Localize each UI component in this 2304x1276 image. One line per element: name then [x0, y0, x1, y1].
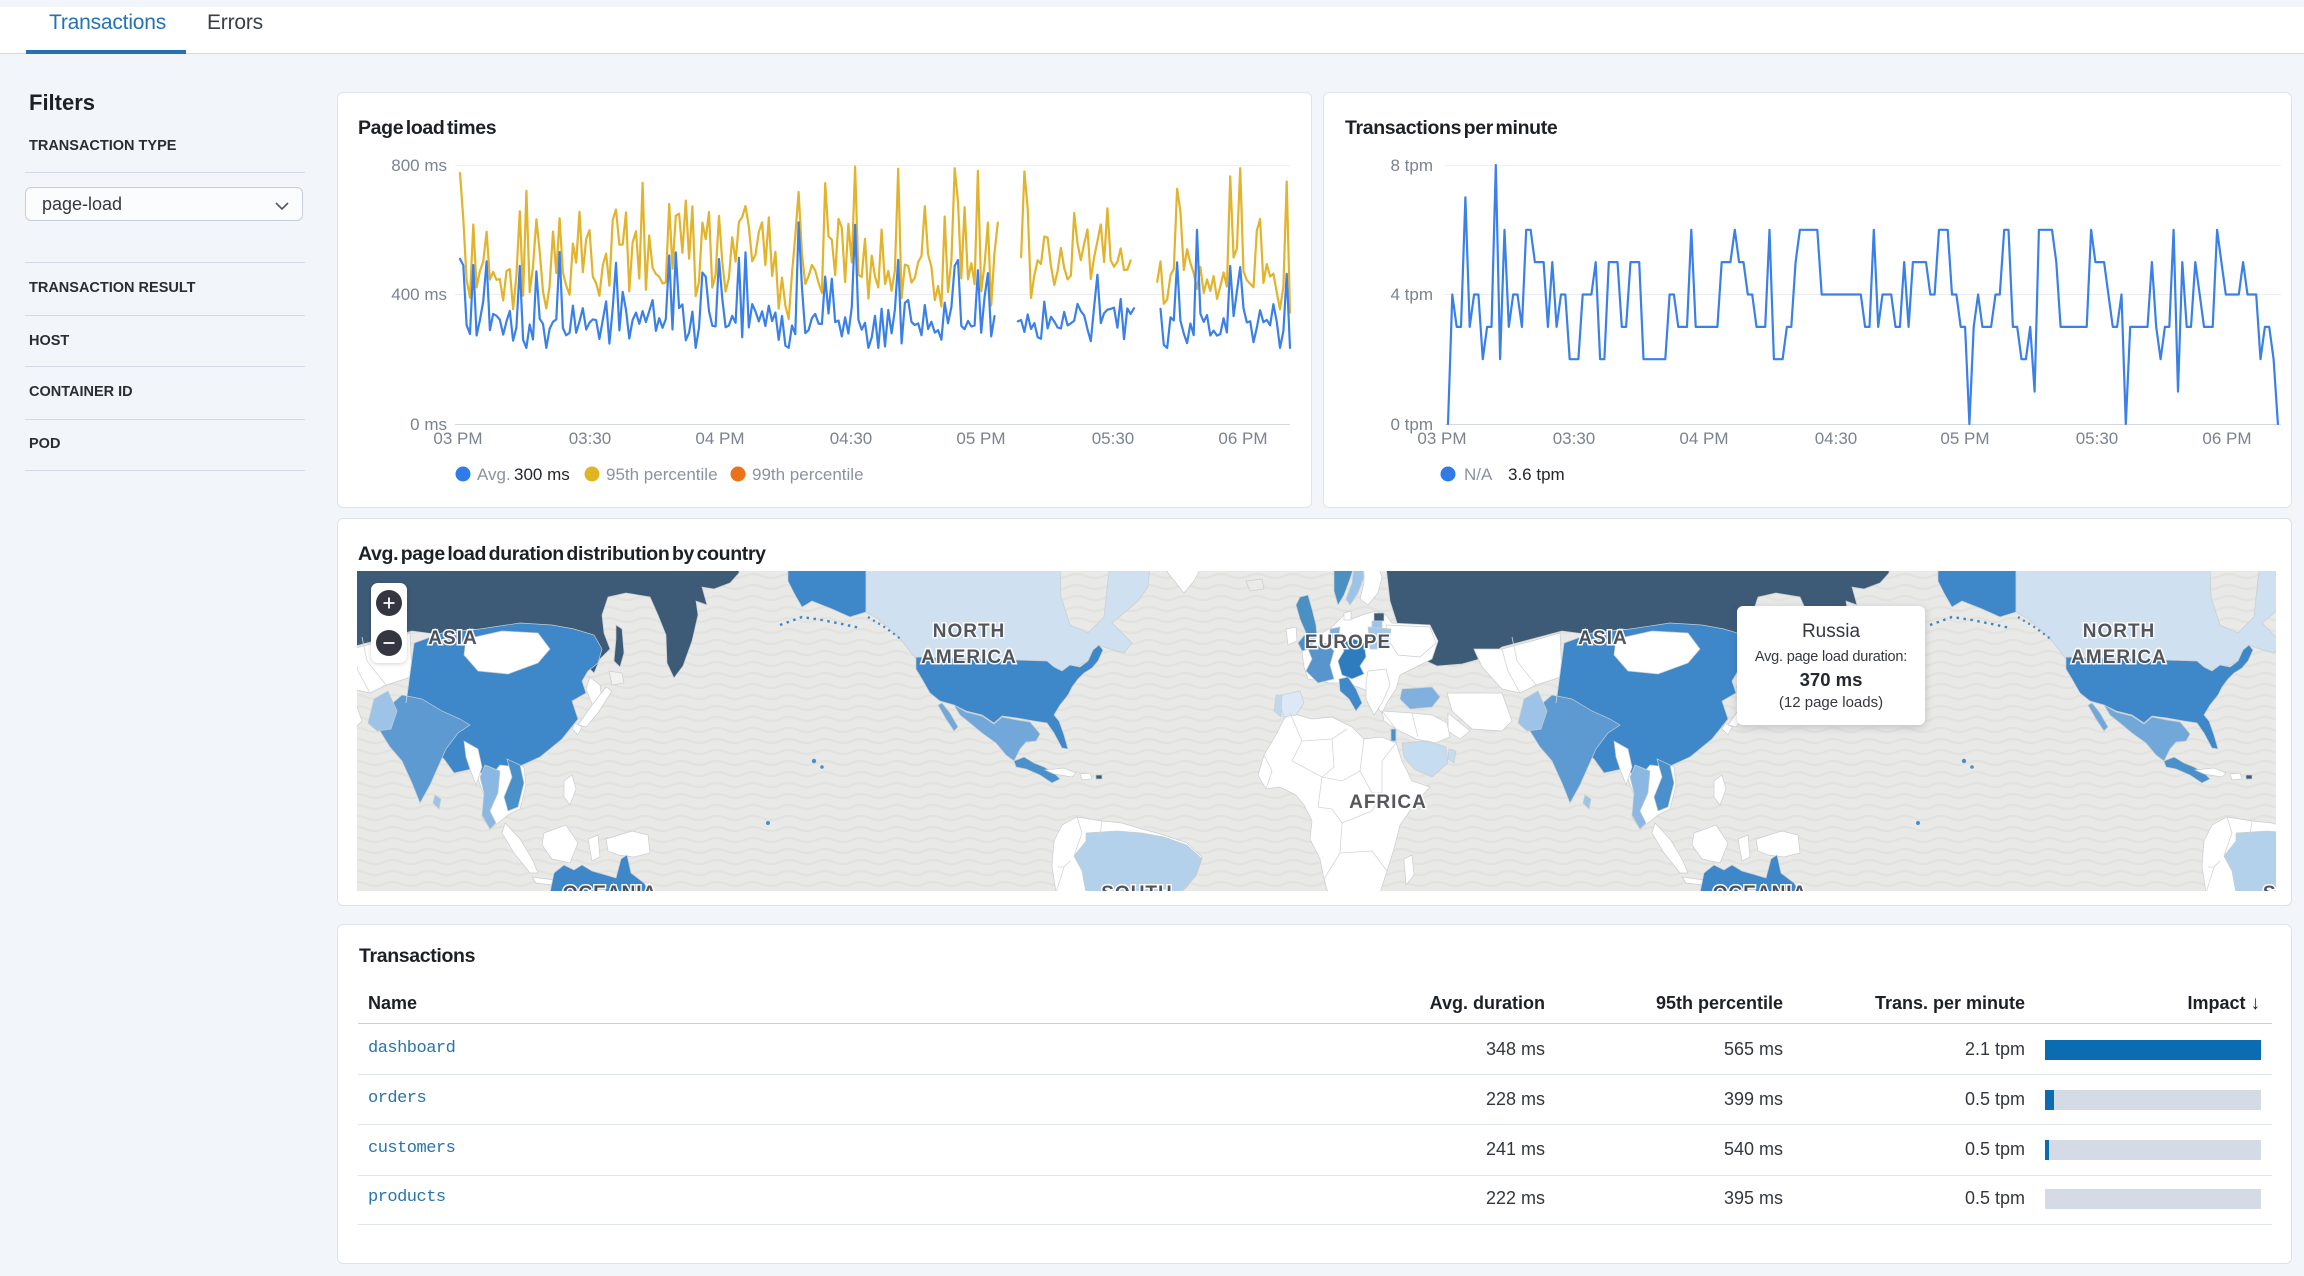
svg-text:03 PM: 03 PM — [1417, 429, 1466, 448]
svg-text:SOUTH: SOUTH — [1101, 883, 1173, 891]
svg-text:400 ms: 400 ms — [391, 285, 447, 304]
svg-text:03 PM: 03 PM — [433, 429, 482, 448]
svg-text:N/A: N/A — [1464, 465, 1493, 484]
svg-text:OCEANIA: OCEANIA — [1713, 883, 1808, 891]
svg-text:800 ms: 800 ms — [391, 156, 447, 175]
svg-text:AFRICA: AFRICA — [1349, 792, 1427, 813]
svg-text:ASIA: ASIA — [1578, 628, 1627, 649]
svg-text:NORTH: NORTH — [2083, 621, 2156, 642]
svg-text:03:30: 03:30 — [1553, 429, 1596, 448]
svg-text:Avg.: Avg. — [477, 465, 511, 484]
svg-text:ASIA: ASIA — [428, 628, 477, 649]
svg-text:05 PM: 05 PM — [1940, 429, 1989, 448]
svg-text:AMERICA: AMERICA — [2071, 647, 2167, 668]
svg-text:3.6 tpm: 3.6 tpm — [1508, 465, 1565, 484]
svg-text:05 PM: 05 PM — [956, 429, 1005, 448]
svg-text:AMERICA: AMERICA — [921, 647, 1017, 668]
svg-text:05:30: 05:30 — [1092, 429, 1135, 448]
svg-text:06 PM: 06 PM — [1218, 429, 1267, 448]
svg-text:03:30: 03:30 — [569, 429, 612, 448]
svg-text:99th percentile: 99th percentile — [752, 465, 864, 484]
svg-text:NORTH: NORTH — [933, 621, 1006, 642]
svg-text:EUROPE: EUROPE — [1305, 632, 1391, 653]
svg-text:05:30: 05:30 — [2076, 429, 2119, 448]
svg-text:95th percentile: 95th percentile — [606, 465, 718, 484]
svg-text:OCEANIA: OCEANIA — [563, 883, 658, 891]
svg-text:8 tpm: 8 tpm — [1390, 156, 1433, 175]
svg-text:SOU: SOU — [2263, 883, 2276, 891]
svg-text:4 tpm: 4 tpm — [1390, 285, 1433, 304]
svg-text:04 PM: 04 PM — [1679, 429, 1728, 448]
svg-text:300 ms: 300 ms — [514, 465, 570, 484]
svg-text:04:30: 04:30 — [830, 429, 873, 448]
svg-text:04 PM: 04 PM — [695, 429, 744, 448]
svg-text:06 PM: 06 PM — [2202, 429, 2251, 448]
svg-text:04:30: 04:30 — [1815, 429, 1858, 448]
